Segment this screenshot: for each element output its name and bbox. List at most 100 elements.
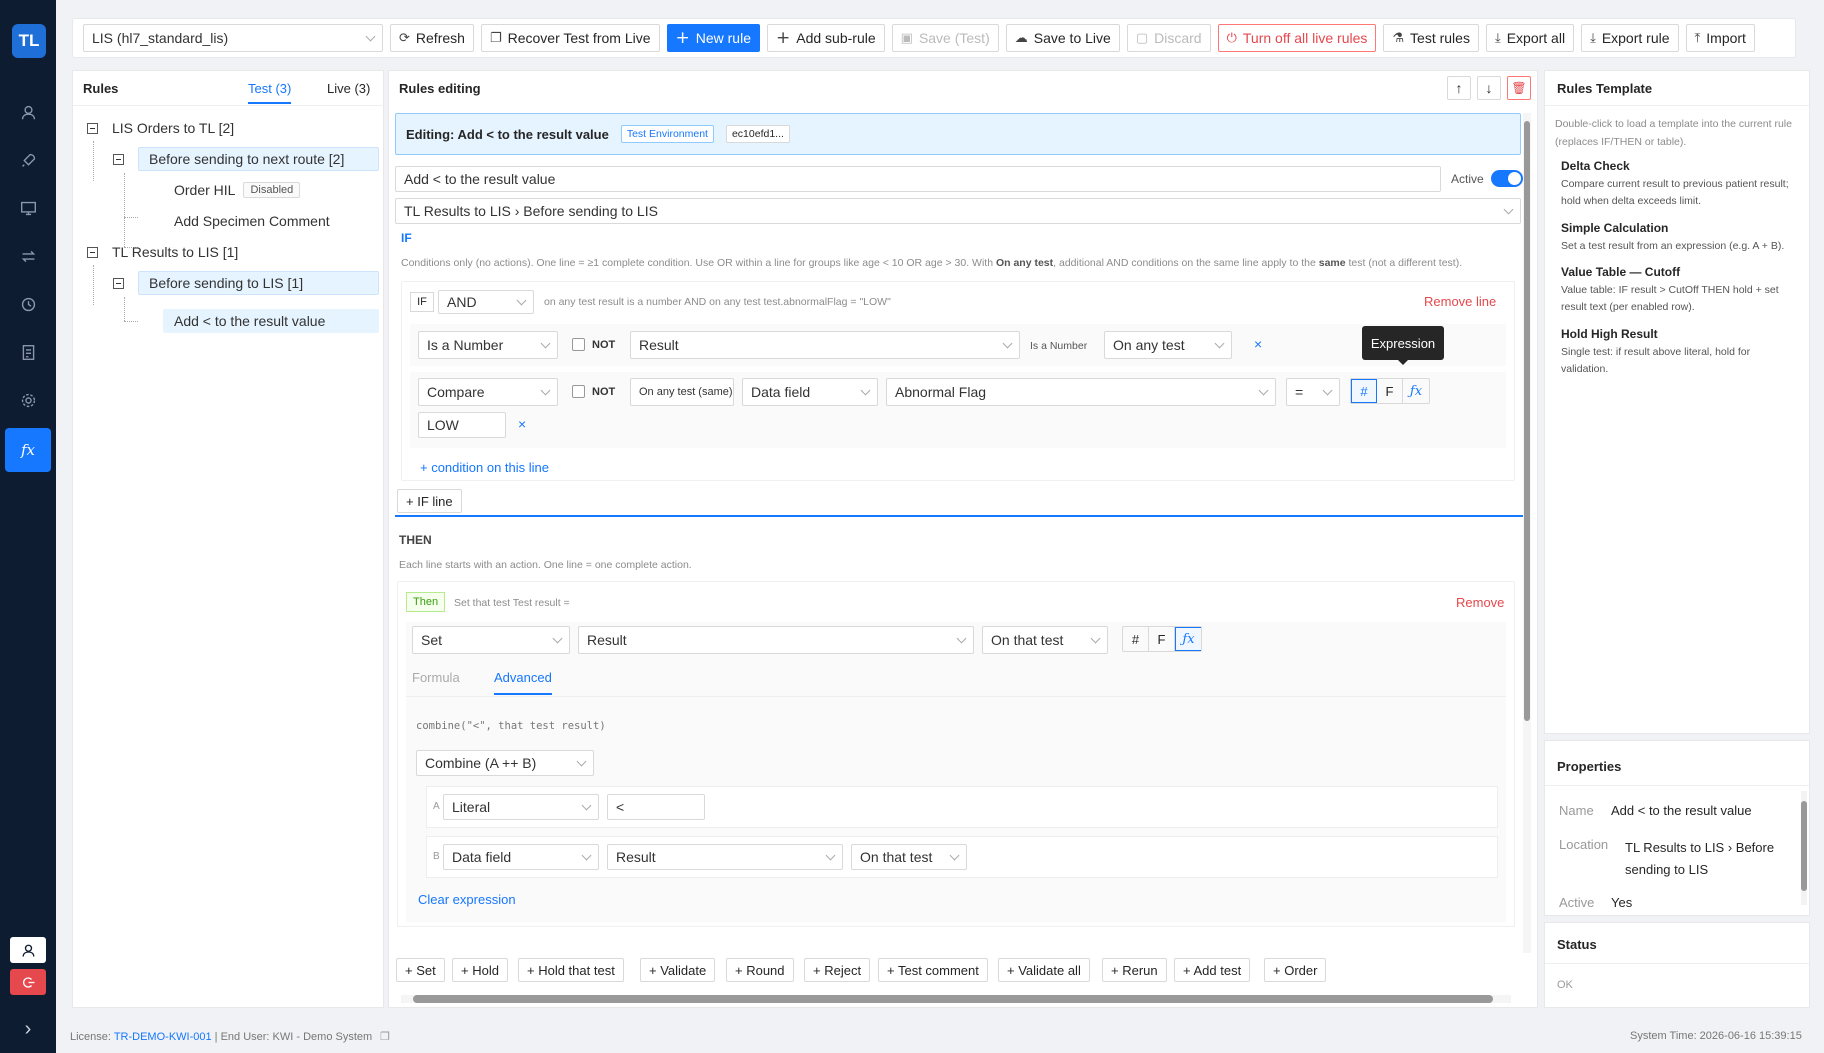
monitor-icon[interactable] bbox=[8, 188, 48, 228]
add-rerun-button[interactable]: + Rerun bbox=[1102, 958, 1167, 982]
save-live-button[interactable]: ☁ Save to Live bbox=[1005, 24, 1120, 52]
function-select[interactable]: Combine (A ++ B) bbox=[416, 750, 594, 776]
tab-formula[interactable]: Formula bbox=[412, 670, 460, 685]
editor-h-scroll-thumb[interactable] bbox=[413, 995, 1493, 1003]
tab-test[interactable]: Test (3) bbox=[248, 81, 292, 104]
value-mode-toggle[interactable]: # F ƒx bbox=[1350, 378, 1430, 404]
condition-scope-select[interactable]: On any test bbox=[1104, 331, 1232, 359]
discard-button[interactable]: ▢ Discard bbox=[1126, 24, 1211, 52]
user-icon[interactable] bbox=[8, 92, 48, 132]
add-set-button[interactable]: + Set bbox=[396, 958, 445, 982]
location-select[interactable]: TL Results to LIS › Before sending to LI… bbox=[395, 198, 1521, 224]
not-checkbox[interactable] bbox=[572, 385, 585, 398]
tree-rule-add-specimen-comment[interactable]: Add Specimen Comment bbox=[174, 208, 330, 234]
remove-action-button[interactable]: Remove bbox=[1456, 595, 1504, 610]
condition-type-select[interactable]: Compare bbox=[418, 378, 558, 406]
mode-field-button[interactable]: F bbox=[1377, 379, 1403, 403]
not-checkbox[interactable] bbox=[572, 338, 585, 351]
export-all-button[interactable]: ⤓ Export all bbox=[1485, 24, 1575, 52]
rocket-icon[interactable] bbox=[8, 140, 48, 180]
collapse-icon[interactable] bbox=[87, 122, 98, 134]
mode-field-button[interactable]: F bbox=[1149, 627, 1175, 651]
condition-scope-select[interactable]: On any test (same) bbox=[630, 378, 734, 406]
properties-scroll-thumb[interactable] bbox=[1801, 801, 1807, 891]
template-item[interactable]: Value Table — Cutoff Value table: IF resu… bbox=[1561, 265, 1797, 316]
add-test-button[interactable]: + Add test bbox=[1174, 958, 1251, 982]
editor-scroll-thumb[interactable] bbox=[1524, 121, 1530, 721]
active-toggle[interactable] bbox=[1491, 170, 1523, 187]
mode-literal-button[interactable]: # bbox=[1123, 627, 1149, 651]
import-button[interactable]: ⤒ Import bbox=[1685, 24, 1755, 52]
tree-rule-order-hil[interactable]: Order HIL Disabled bbox=[174, 177, 301, 203]
condition-field-select[interactable]: Result bbox=[630, 331, 1020, 359]
remove-line-button[interactable]: Remove line bbox=[1424, 294, 1496, 309]
add-condition-button[interactable]: + condition on this line bbox=[420, 460, 549, 475]
template-item[interactable]: Hold High Result Single test: if result a… bbox=[1561, 327, 1797, 378]
collapse-icon[interactable] bbox=[113, 277, 124, 289]
logout-icon[interactable] bbox=[10, 969, 46, 995]
expand-sidebar-icon[interactable]: › bbox=[10, 1015, 46, 1043]
action-verb-select[interactable]: Set bbox=[412, 626, 570, 654]
license-id[interactable]: TR-DEMO-KWI-001 bbox=[114, 1031, 212, 1043]
condition-field-select[interactable]: Abnormal Flag bbox=[886, 378, 1276, 406]
refresh-button[interactable]: ⟳ Refresh bbox=[390, 24, 474, 52]
test-rules-button[interactable]: ⚗ Test rules bbox=[1383, 24, 1479, 52]
move-up-icon[interactable]: ↑ bbox=[1447, 76, 1471, 100]
tree-group-tl-results[interactable]: TL Results to LIS [1] bbox=[87, 239, 238, 265]
turn-off-live-button[interactable]: ⏻ Turn off all live rules bbox=[1217, 24, 1377, 52]
condition-kind-select[interactable]: Data field bbox=[742, 378, 878, 406]
editor-scrollbar[interactable] bbox=[1523, 113, 1531, 953]
tree-sub-before-sending-lis[interactable]: Before sending to LIS [1] bbox=[113, 270, 379, 296]
operand-a-value-input[interactable]: < bbox=[607, 794, 705, 820]
add-hold-button[interactable]: + Hold bbox=[452, 958, 508, 982]
rule-name-input[interactable]: Add < to the result value bbox=[395, 166, 1441, 192]
tree-rule-add-lt-result[interactable]: Add < to the result value bbox=[163, 308, 379, 334]
tab-advanced[interactable]: Advanced bbox=[494, 670, 552, 695]
collapse-icon[interactable] bbox=[87, 246, 98, 258]
remove-condition-icon[interactable]: × bbox=[1254, 336, 1262, 352]
operand-b-scope-select[interactable]: On that test bbox=[851, 844, 967, 870]
save-test-button[interactable]: ▣ Save (Test) bbox=[891, 24, 999, 52]
action-field-select[interactable]: Result bbox=[578, 626, 974, 654]
mode-literal-button[interactable]: # bbox=[1351, 379, 1377, 403]
recover-button[interactable]: ❐ Recover Test from Live bbox=[480, 24, 660, 52]
report-icon[interactable] bbox=[8, 332, 48, 372]
move-down-icon[interactable]: ↓ bbox=[1477, 76, 1501, 100]
new-rule-button[interactable]: + New rule bbox=[666, 24, 760, 52]
logic-op-select[interactable]: AND bbox=[438, 290, 534, 314]
template-item[interactable]: Simple Calculation Set a test result from… bbox=[1561, 221, 1797, 255]
operator-select[interactable]: = bbox=[1286, 378, 1340, 406]
transfer-icon[interactable] bbox=[8, 236, 48, 276]
copy-icon[interactable]: ❐ bbox=[380, 1031, 390, 1043]
settings-icon[interactable] bbox=[8, 380, 48, 420]
mode-expression-button[interactable]: ƒx bbox=[1403, 379, 1429, 403]
collapse-icon[interactable] bbox=[113, 153, 124, 165]
fx-icon[interactable]: fx bbox=[5, 428, 51, 472]
add-reject-button[interactable]: + Reject bbox=[804, 958, 871, 982]
add-sub-rule-button[interactable]: + Add sub-rule bbox=[767, 24, 885, 52]
operand-b-type-select[interactable]: Data field bbox=[443, 844, 599, 870]
add-hold-that-test-button[interactable]: + Hold that test bbox=[518, 958, 624, 982]
add-order-button[interactable]: + Order bbox=[1264, 958, 1327, 982]
add-validate-button[interactable]: + Validate bbox=[640, 958, 716, 982]
add-validate-all-button[interactable]: + Validate all bbox=[998, 958, 1090, 982]
properties-scrollbar[interactable] bbox=[1801, 791, 1807, 905]
editor-h-scrollbar[interactable] bbox=[401, 995, 1511, 1003]
history-icon[interactable] bbox=[8, 284, 48, 324]
operand-a-type-select[interactable]: Literal bbox=[443, 794, 599, 820]
account-icon[interactable] bbox=[10, 937, 46, 963]
add-round-button[interactable]: + Round bbox=[726, 958, 794, 982]
remove-condition-icon[interactable]: × bbox=[518, 416, 526, 432]
delete-icon[interactable]: 🗑 bbox=[1507, 76, 1531, 100]
clear-expression-button[interactable]: Clear expression bbox=[418, 892, 516, 907]
tree-group-lis-orders[interactable]: LIS Orders to TL [2] bbox=[87, 115, 234, 141]
export-rule-button[interactable]: ⤓ Export rule bbox=[1581, 24, 1679, 52]
template-item[interactable]: Delta Check Compare current result to pre… bbox=[1561, 159, 1797, 210]
condition-type-select[interactable]: Is a Number bbox=[418, 331, 558, 359]
mode-expression-button[interactable]: ƒx bbox=[1175, 627, 1201, 651]
add-test-comment-button[interactable]: + Test comment bbox=[878, 958, 988, 982]
tab-live[interactable]: Live (3) bbox=[327, 81, 370, 96]
operand-b-field-select[interactable]: Result bbox=[607, 844, 843, 870]
tree-sub-before-next-route[interactable]: Before sending to next route [2] bbox=[113, 146, 379, 172]
add-if-line-button[interactable]: + IF line bbox=[397, 489, 462, 513]
